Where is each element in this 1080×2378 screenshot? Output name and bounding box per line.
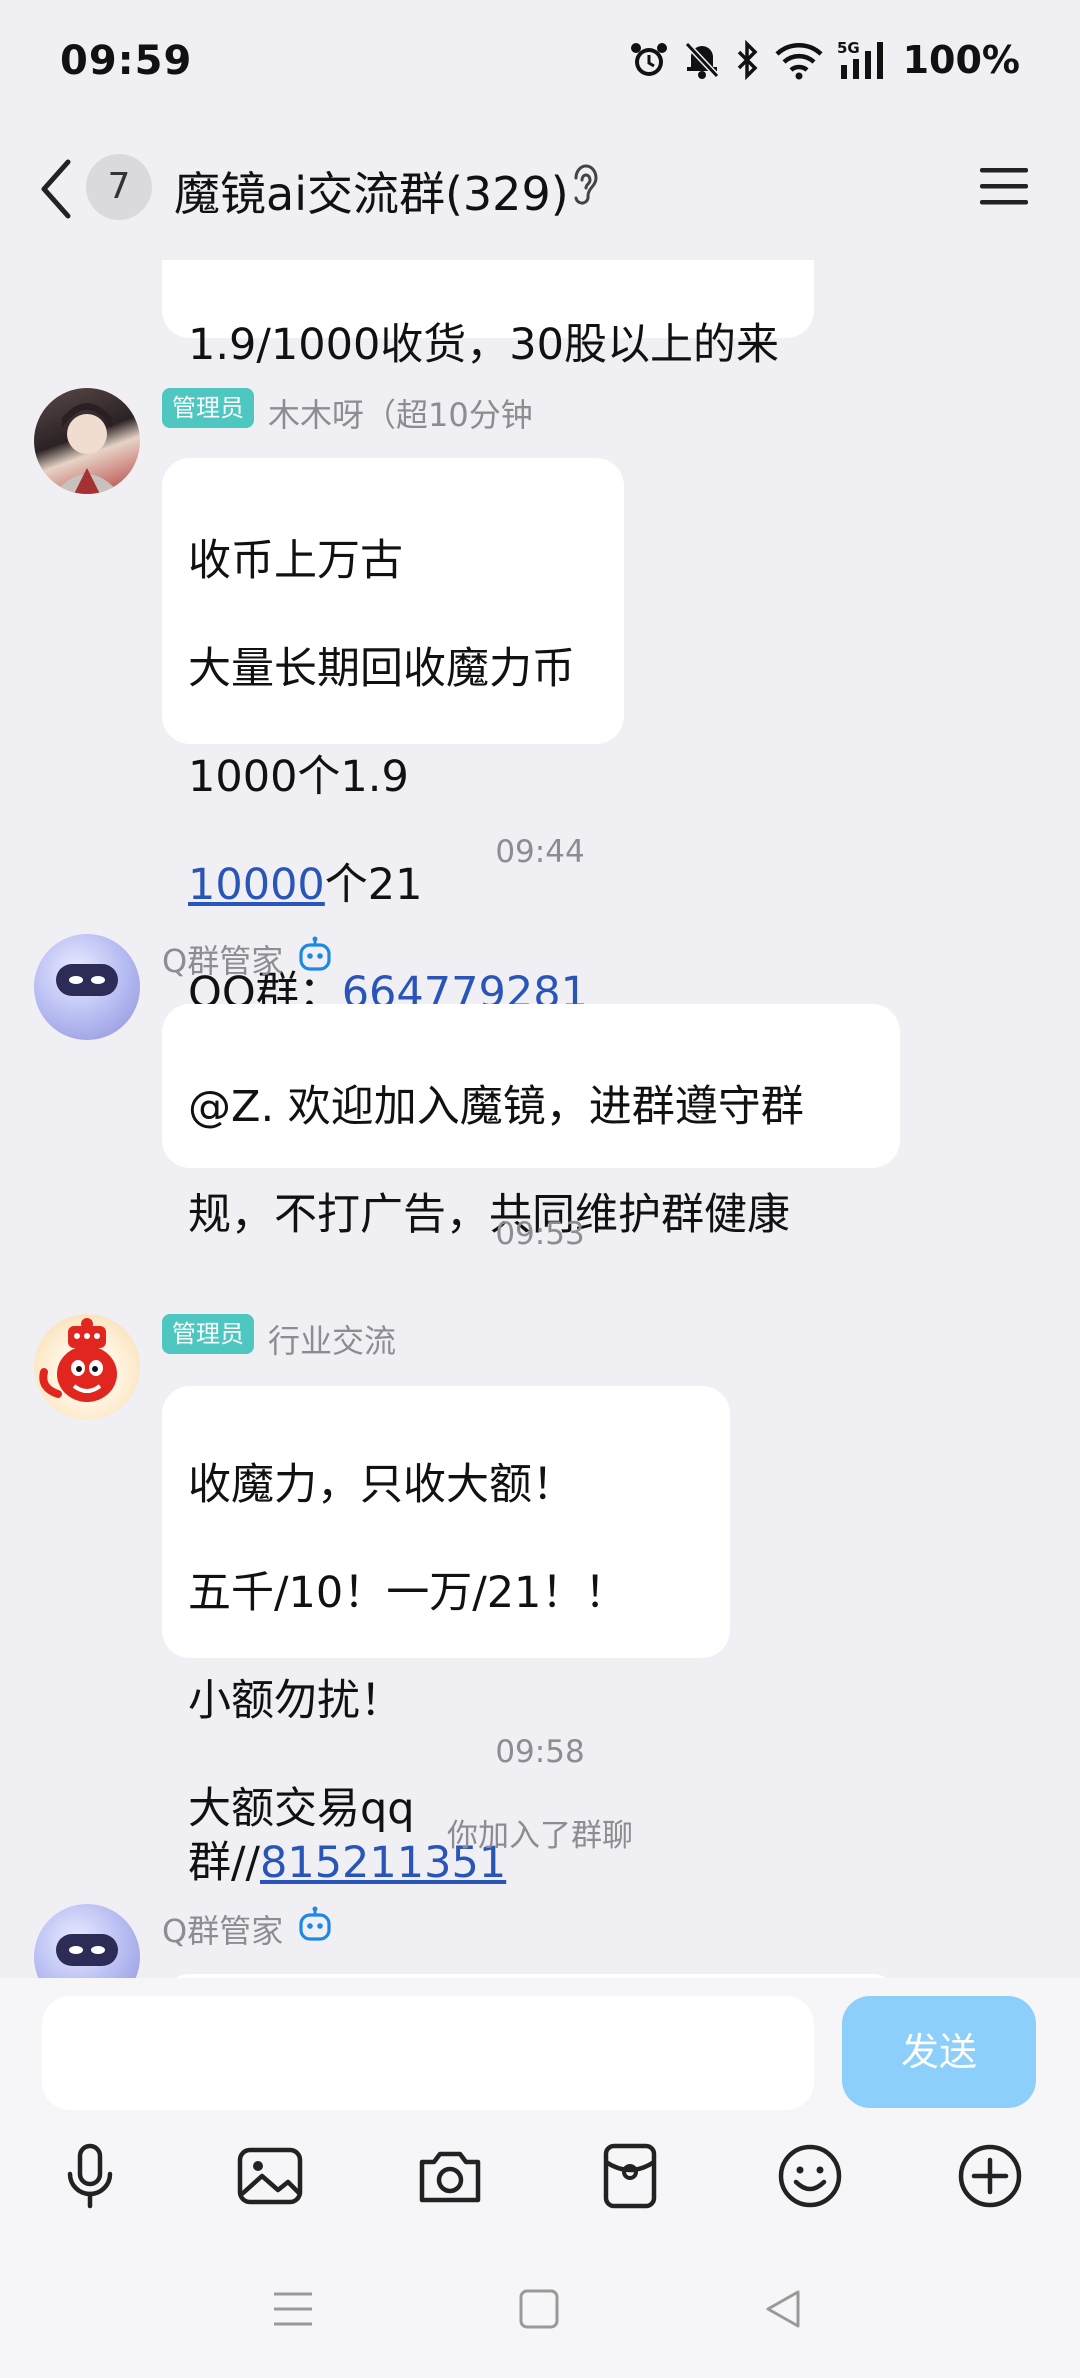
home-icon[interactable]	[516, 2286, 562, 2332]
signal-icon: 5G	[837, 39, 883, 79]
sender-name[interactable]: 行业交流	[268, 1316, 396, 1362]
avatar[interactable]	[34, 388, 140, 494]
image-icon[interactable]	[234, 2140, 306, 2212]
emoji-icon[interactable]	[774, 2140, 846, 2212]
timestamp: 09:44	[495, 834, 585, 870]
bot-face	[56, 1934, 118, 1966]
bot-avatar[interactable]	[34, 934, 140, 1040]
message-bubble[interactable]: @Z. 欢迎加入魔镜，进群遵守群 规，不打广告，共同维护群健康	[162, 1004, 900, 1240]
avatar-portrait	[54, 403, 120, 494]
plus-icon[interactable]	[954, 2140, 1026, 2212]
recent-apps-icon[interactable]	[270, 2286, 316, 2332]
mute-icon	[684, 41, 719, 79]
message-text: 收魔力，只收大额！	[188, 1460, 575, 1510]
group-title[interactable]: 魔镜ai交流群(329)	[174, 158, 569, 224]
avatar[interactable]	[34, 1314, 140, 1420]
ear-icon[interactable]	[568, 162, 604, 210]
back-icon[interactable]	[34, 156, 78, 222]
sender-name[interactable]: 木木呀（超10分钟	[268, 390, 533, 436]
robot-icon	[299, 1906, 331, 1941]
svg-text:5G: 5G	[837, 39, 860, 57]
wifi-icon	[775, 43, 823, 80]
back-nav-icon[interactable]	[760, 2286, 806, 2332]
sender-name[interactable]: Q群管家	[162, 936, 283, 982]
message-bubble[interactable]: 1.9/1000收货，30股以上的来	[162, 260, 814, 370]
message-text: 1.9/1000收货，30股以上的来	[188, 320, 780, 370]
admin-badge: 管理员	[162, 388, 254, 428]
system-message: 你加入了群聊	[447, 1818, 633, 1854]
message-bubble[interactable]: 收魔力，只收大额！ 五千/10！一万/21！！ 小额勿扰！ 大额交易qq群//8…	[162, 1386, 730, 1888]
bluetooth-icon	[737, 40, 758, 80]
microphone-icon[interactable]	[54, 2140, 126, 2212]
red-packet-icon[interactable]	[594, 2140, 666, 2212]
status-time: 09:59	[60, 38, 193, 84]
admin-badge: 管理员	[162, 1314, 254, 1354]
unread-count-badge[interactable]: 7	[86, 154, 152, 220]
message-text: 1000个1.9	[188, 752, 409, 802]
battery-percentage: 100%	[902, 38, 1020, 82]
camera-icon[interactable]	[414, 2140, 486, 2212]
alarm-icon	[630, 43, 667, 76]
sender-name[interactable]: Q群管家	[162, 1906, 283, 1952]
message-text: 收币上万古	[188, 536, 403, 586]
menu-icon[interactable]	[978, 164, 1030, 210]
timestamp: 09:58	[495, 1734, 585, 1770]
robot-icon	[299, 936, 331, 971]
status-icons: 5G 100%	[629, 38, 1020, 82]
message-text: 五千/10！一万/21！！	[188, 1568, 628, 1618]
timestamp: 09:53	[495, 1216, 585, 1252]
bot-avatar[interactable]	[34, 1904, 140, 1980]
send-button[interactable]: 发送	[842, 1996, 1036, 2108]
bot-face	[56, 964, 118, 996]
message-input[interactable]	[42, 1996, 814, 2110]
message-list[interactable]: 1.9/1000收货，30股以上的来 管理员 木木呀（超10分钟 收币上万古 大…	[0, 260, 1080, 1980]
message-text: @Z. 欢迎加入魔镜，进群遵守群	[188, 1082, 804, 1132]
message-bubble[interactable]: 收币上万古 大量长期回收魔力币 1000个1.9 10000个21 QQ群：66…	[162, 458, 624, 1018]
message-text: 大量长期回收魔力币	[188, 644, 575, 694]
message-text: 小额勿扰！	[188, 1676, 403, 1726]
mascot-logo	[39, 1318, 117, 1402]
